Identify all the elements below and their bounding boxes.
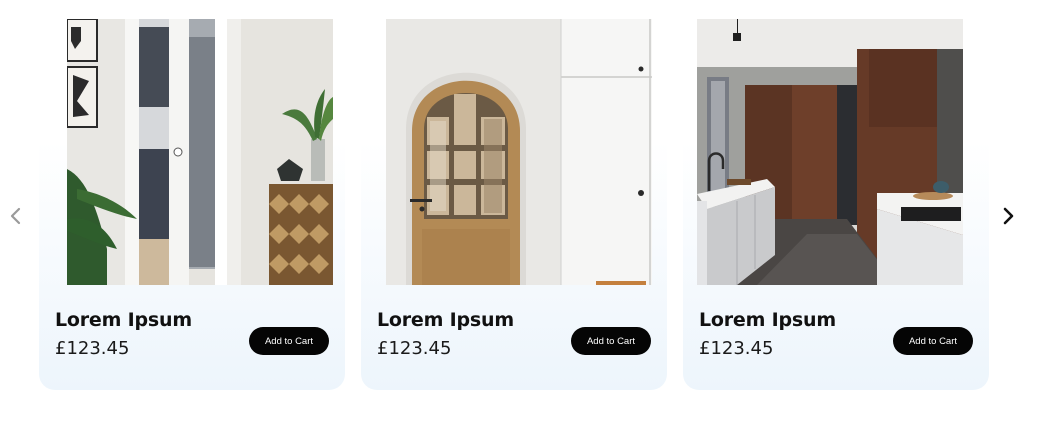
- product-image[interactable]: [67, 19, 333, 285]
- chevron-right-icon: [1003, 207, 1014, 225]
- product-card[interactable]: Lorem Ipsum £123.45 Add to Cart: [683, 0, 989, 390]
- product-price: £123.45: [699, 338, 774, 359]
- carousel-next-button[interactable]: [996, 202, 1020, 230]
- product-price: £123.45: [55, 338, 130, 359]
- product-title: Lorem Ipsum: [699, 309, 836, 331]
- product-price: £123.45: [377, 338, 452, 359]
- add-to-cart-button[interactable]: Add to Cart: [249, 327, 329, 355]
- product-carousel: Lorem Ipsum £123.45 Add to Cart Lorem Ip…: [0, 0, 1049, 436]
- product-image[interactable]: [386, 19, 652, 285]
- carousel-prev-button[interactable]: [4, 202, 28, 230]
- product-image[interactable]: [697, 19, 963, 285]
- product-card[interactable]: Lorem Ipsum £123.45 Add to Cart: [361, 0, 667, 390]
- add-to-cart-button[interactable]: Add to Cart: [893, 327, 973, 355]
- product-title: Lorem Ipsum: [377, 309, 514, 331]
- product-card[interactable]: Lorem Ipsum £123.45 Add to Cart: [39, 0, 345, 390]
- add-to-cart-button[interactable]: Add to Cart: [571, 327, 651, 355]
- product-title: Lorem Ipsum: [55, 309, 192, 331]
- chevron-left-icon: [10, 207, 21, 225]
